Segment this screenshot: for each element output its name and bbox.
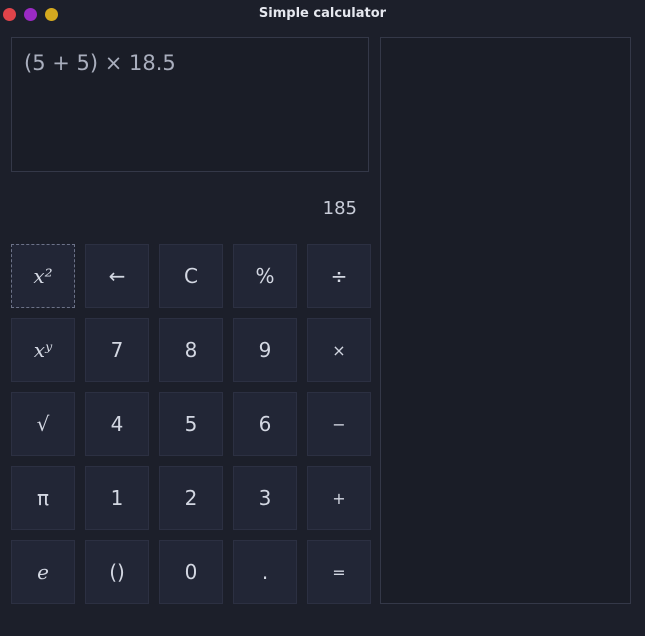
digit-3-button[interactable]: 3 xyxy=(233,466,297,530)
power-button[interactable]: xʸ xyxy=(11,318,75,382)
digit-6-button[interactable]: 6 xyxy=(233,392,297,456)
result-display: 185 xyxy=(322,198,357,219)
digit-7-button[interactable]: 7 xyxy=(85,318,149,382)
digit-0-button[interactable]: 0 xyxy=(159,540,223,604)
title-bar: Simple calculator xyxy=(0,0,645,28)
euler-button[interactable]: e xyxy=(11,540,75,604)
multiply-button[interactable]: × xyxy=(307,318,371,382)
sqrt-button[interactable]: √ xyxy=(11,392,75,456)
digit-5-button[interactable]: 5 xyxy=(159,392,223,456)
parentheses-button[interactable]: () xyxy=(85,540,149,604)
add-button[interactable]: + xyxy=(307,466,371,530)
history-panel xyxy=(380,37,631,604)
digit-4-button[interactable]: 4 xyxy=(85,392,149,456)
digit-9-button[interactable]: 9 xyxy=(233,318,297,382)
window-title: Simple calculator xyxy=(258,6,387,21)
digit-8-button[interactable]: 8 xyxy=(159,318,223,382)
divide-button[interactable]: ÷ xyxy=(307,244,371,308)
clear-button[interactable]: C xyxy=(159,244,223,308)
digit-2-button[interactable]: 2 xyxy=(159,466,223,530)
subtract-button[interactable]: − xyxy=(307,392,371,456)
percent-button[interactable]: % xyxy=(233,244,297,308)
square-button[interactable]: x² xyxy=(11,244,75,308)
equals-button[interactable]: = xyxy=(307,540,371,604)
decimal-button[interactable]: . xyxy=(233,540,297,604)
digit-1-button[interactable]: 1 xyxy=(85,466,149,530)
pi-button[interactable]: π xyxy=(11,466,75,530)
expression-input[interactable]: (5 + 5) × 18.5 xyxy=(11,37,369,172)
backspace-button[interactable]: ← xyxy=(85,244,149,308)
keypad: x² ← C % ÷ xʸ 7 8 9 × √ 4 5 6 − π 1 2 3 … xyxy=(11,244,371,604)
